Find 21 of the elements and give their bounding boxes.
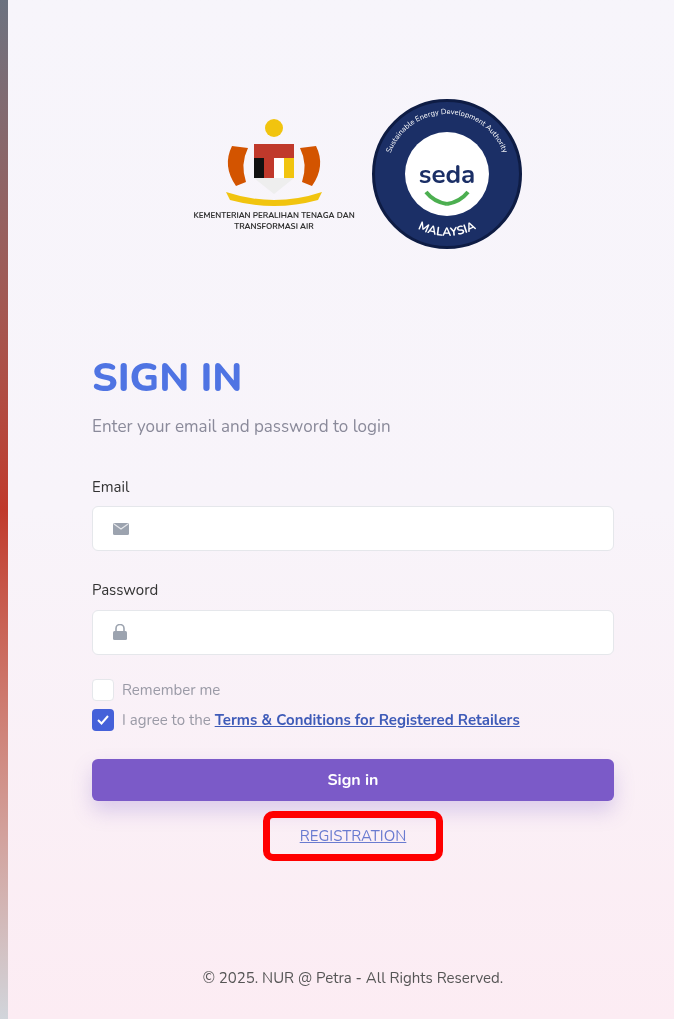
lock-icon <box>113 624 127 640</box>
copyright-footer: © 2025. NUR @ Petra - All Rights Reserved. <box>92 966 614 989</box>
registration-link[interactable]: REGISTRATION <box>299 825 407 846</box>
ring-text: MALAYSIA <box>415 217 479 240</box>
sign-in-button[interactable]: Sign in <box>92 758 614 801</box>
input-field[interactable] <box>92 609 614 655</box>
input-field[interactable] <box>92 506 614 551</box>
ministry-caption: KEMENTERIAN PERALIHAN TENAGA DAN TRANSFORMASI AIR <box>192 210 356 232</box>
checkbox-label: Remember me <box>122 678 221 701</box>
seda-wordmark: seda <box>418 162 476 188</box>
checkbox[interactable] <box>92 678 114 701</box>
terms-link[interactable]: Terms & Conditions for Registered Retailers <box>214 710 520 730</box>
checkbox[interactable] <box>92 709 114 732</box>
checkbox-label: I agree to the Terms & Conditions for Registered Retailers <box>122 709 520 732</box>
sign-in-title: SIGN IN <box>92 358 244 398</box>
check-icon <box>97 715 109 726</box>
field-label: Password <box>92 579 160 602</box>
mail-icon <box>113 522 129 535</box>
leaves-icon <box>422 188 472 206</box>
field-label: Email <box>92 475 131 498</box>
subtitle: Enter your email and password to login <box>92 414 392 440</box>
